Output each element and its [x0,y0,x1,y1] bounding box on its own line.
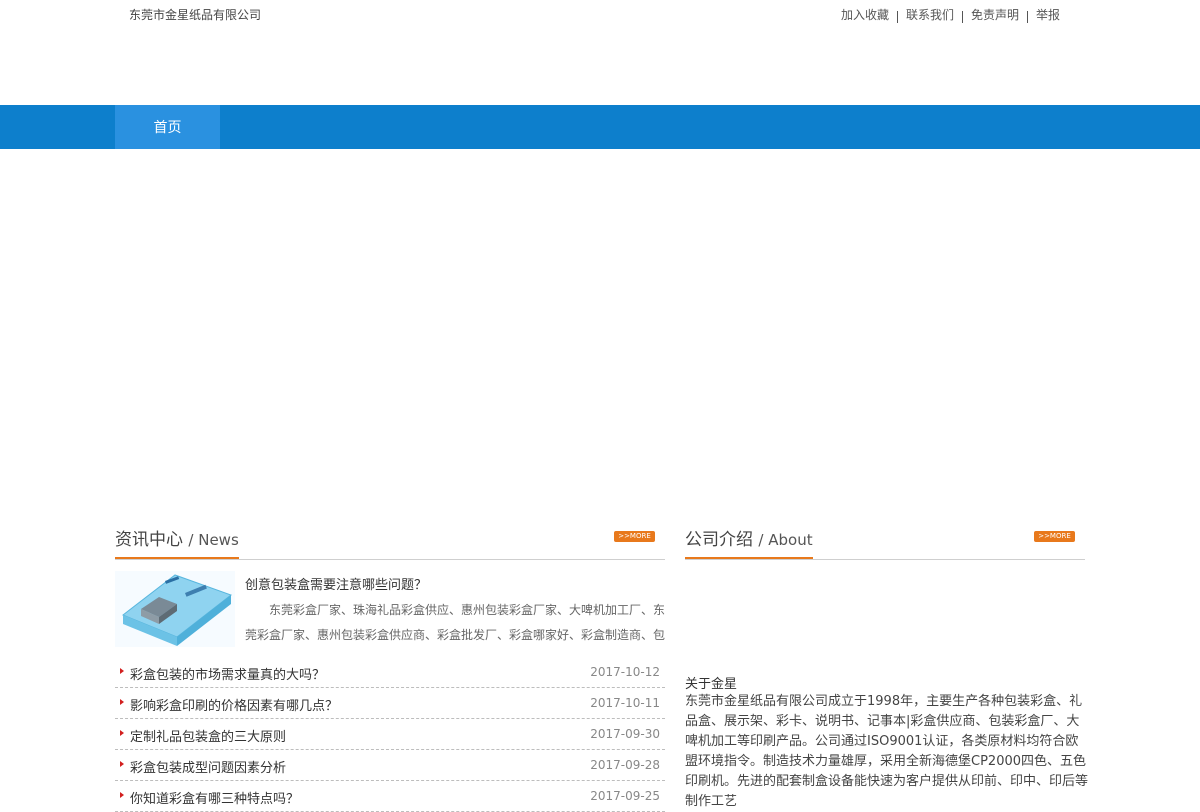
news-more-button[interactable]: >>MORE [614,531,655,542]
main-navbar: 首页 [0,105,1200,149]
bullet-arrow-icon [120,668,124,674]
company-name: 东莞市金星纸品有限公司 [129,8,262,22]
news-item-title[interactable]: 彩盒包装的市场需求量真的大吗？ [130,664,325,683]
news-item-date: 2017-09-30 [590,727,660,741]
gift-box-illustration [115,571,235,647]
link-separator [1026,11,1028,23]
news-list-item[interactable]: 影响彩盒印刷的价格因素有哪几点？ 2017-10-11 [115,688,665,719]
contact-us-link[interactable]: 联系我们 [906,6,954,23]
bullet-arrow-icon [120,699,124,705]
add-favorite-link[interactable]: 加入收藏 [841,6,889,23]
news-item-date: 2017-09-25 [590,789,660,803]
news-item-title[interactable]: 你知道彩盒有哪三种特点吗？ [130,788,299,807]
news-list-item[interactable]: 你知道彩盒有哪三种特点吗？ 2017-09-25 [115,781,665,812]
news-section-title: 资讯中心 / News [115,525,239,559]
news-section-header: 资讯中心 / News >>MORE [115,525,665,560]
news-item-title[interactable]: 影响彩盒印刷的价格因素有哪几点？ [130,695,338,714]
nav-item-home[interactable]: 首页 [115,105,220,149]
about-title-cn: 公司介绍 [685,530,753,550]
about-more-button[interactable]: >>MORE [1034,531,1075,542]
news-list-item[interactable]: 彩盒包装的市场需求量真的大吗？ 2017-10-12 [115,657,665,688]
bullet-arrow-icon [120,792,124,798]
top-links: 加入收藏 联系我们 免责声明 举报 [841,6,1060,23]
link-separator [896,11,898,23]
news-item-date: 2017-10-11 [590,696,660,710]
featured-news-title[interactable]: 创意包装盒需要注意哪些问题？ [245,574,427,593]
bullet-arrow-icon [120,761,124,767]
news-title-en: / News [188,531,239,549]
news-item-date: 2017-09-28 [590,758,660,772]
about-text: 东莞市金星纸品有限公司成立于1998年，主要生产各种包装彩盒、礼品盒、展示架、彩… [685,694,1089,809]
featured-news-image[interactable] [115,571,235,647]
news-list: 彩盒包装的市场需求量真的大吗？ 2017-10-12 影响彩盒印刷的价格因素有哪… [115,657,665,812]
top-bar: 东莞市金星纸品有限公司 加入收藏 联系我们 免责声明 举报 [0,0,1200,30]
link-separator [961,11,963,23]
news-list-item[interactable]: 定制礼品包装盒的三大原则 2017-09-30 [115,719,665,750]
featured-news-summary: 东莞彩盒厂家、珠海礼品彩盒供应、惠州包装彩盒厂家、大啤机加工厂、东莞彩盒厂家、惠… [245,603,665,642]
disclaimer-link[interactable]: 免责声明 [971,6,1019,23]
about-title-en: / About [758,531,813,549]
about-section-title: 公司介绍 / About [685,525,813,559]
bullet-arrow-icon [120,730,124,736]
news-list-item[interactable]: 彩盒包装成型问题因素分析 2017-09-28 [115,750,665,781]
news-title-cn: 资讯中心 [115,530,183,550]
news-item-title[interactable]: 彩盒包装成型问题因素分析 [130,757,286,776]
about-heading: 关于金星 [685,677,738,692]
report-link[interactable]: 举报 [1036,6,1060,23]
about-section-header: 公司介绍 / About >>MORE [685,525,1085,560]
news-item-date: 2017-10-12 [590,665,660,679]
news-item-title[interactable]: 定制礼品包装盒的三大原则 [130,726,286,745]
